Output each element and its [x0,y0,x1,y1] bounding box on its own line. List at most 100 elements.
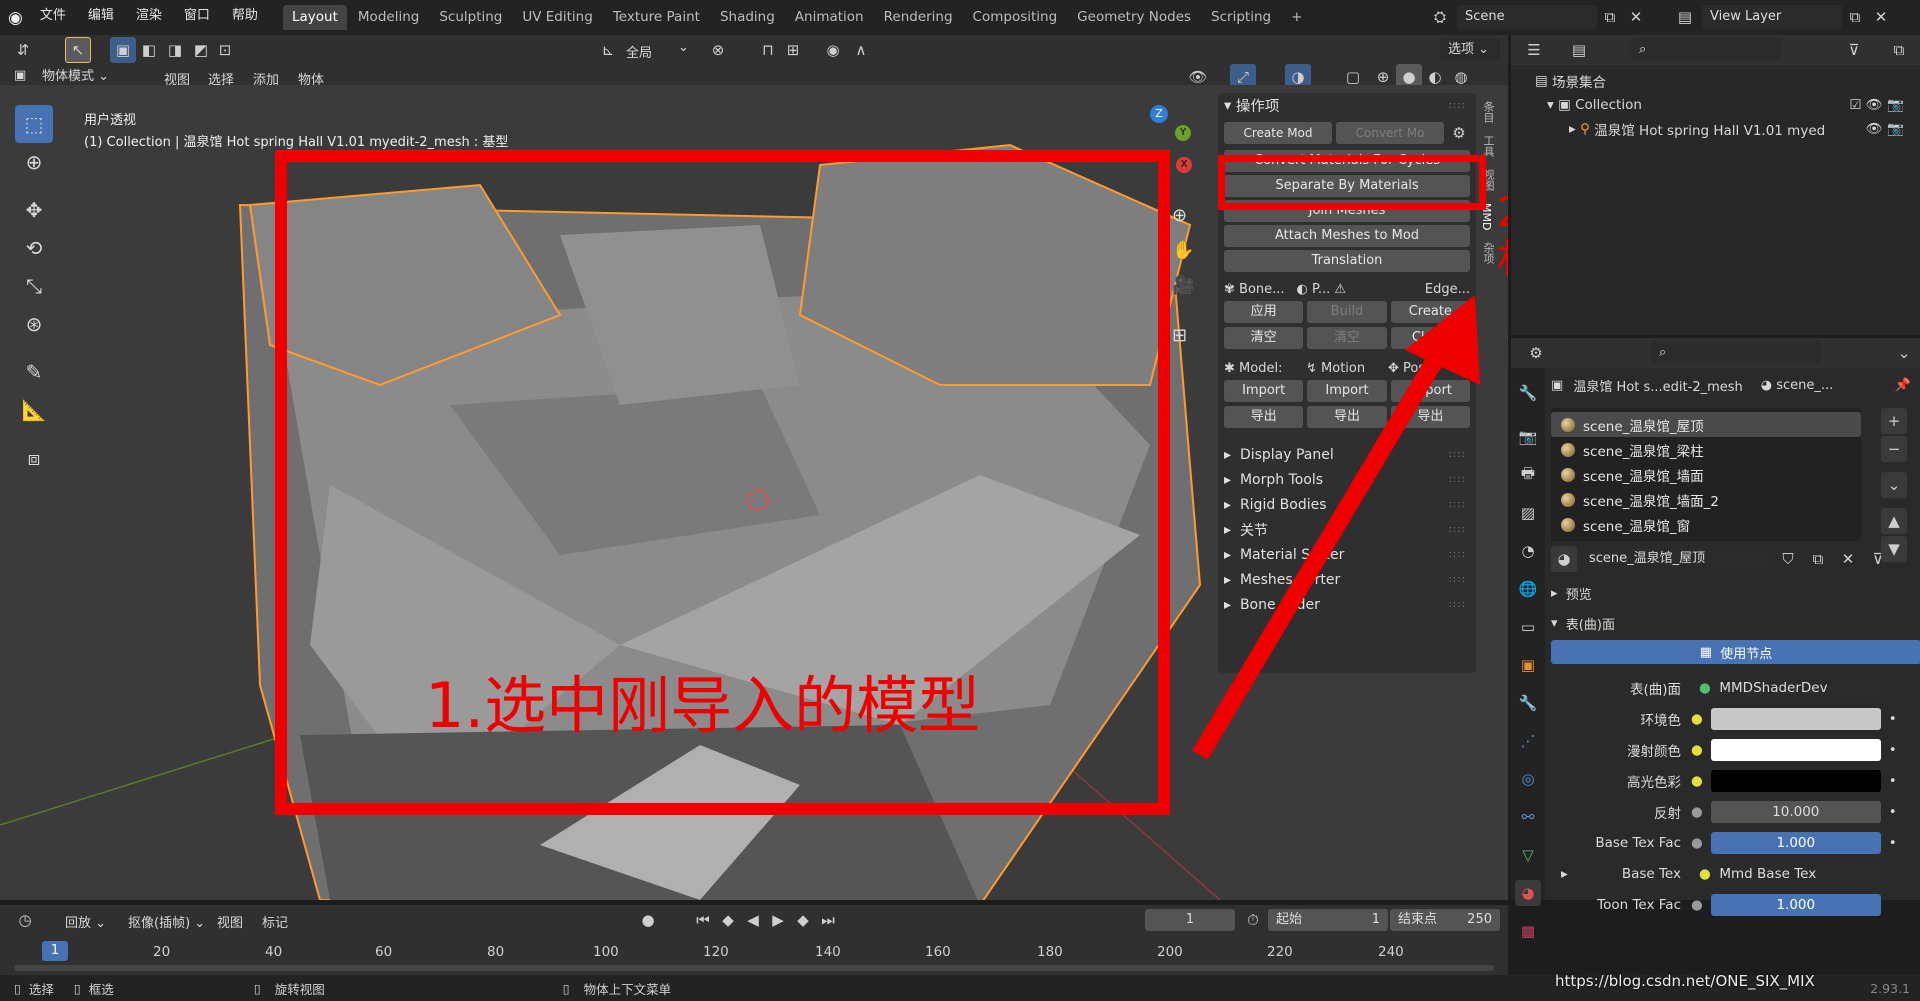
timeline-scrollbar[interactable] [14,965,1494,971]
camera-icon[interactable]: 🎥 [1172,275,1194,296]
stopwatch-icon[interactable]: ⏱ [1240,907,1266,933]
tab-modeling[interactable]: Modeling [349,5,428,30]
reflect-value-field[interactable]: 10.000 [1710,800,1881,823]
scene-tab-icon[interactable]: ◔ [1515,538,1541,564]
world-tab-icon[interactable]: 🌐 [1515,576,1541,602]
falloff-icon[interactable]: ∧ [848,37,874,63]
keyframe-dot-icon[interactable]: • [1889,773,1897,789]
chevron-down-icon[interactable]: ⌄ [1891,340,1917,366]
use-nodes-button[interactable]: ▦ 使用节点 [1551,640,1920,664]
attach-meshes-button[interactable]: Attach Meshes to Mod [1224,225,1470,247]
cursor-icon[interactable]: ⊕ [15,143,53,181]
pin-icon[interactable]: 📌 [1895,378,1911,393]
scene-collection-row[interactable]: ▤ 场景集合 [1535,69,1920,93]
collection-row[interactable]: ▾ ▣ Collection ☑ 👁 📷 [1535,93,1920,117]
prev-key-icon[interactable]: ◆ [715,907,741,933]
view-layer-tab-icon[interactable]: ▨ [1515,500,1541,526]
tab-shading[interactable]: Shading [711,5,784,30]
next-key-icon[interactable]: ◆ [790,907,816,933]
outliner-editor-icon[interactable]: ☰ [1521,37,1547,63]
create-mod-button[interactable]: Create Mod [1224,122,1332,144]
select-invert-icon[interactable]: ⊡ [212,37,238,63]
select-box-icon[interactable]: ⬚ [15,105,53,143]
proportional-edit-icon[interactable]: ◉ [820,37,846,63]
render-tab-icon[interactable]: 📷 [1515,424,1541,450]
material-slot[interactable]: scene_温泉馆_墙面_2 [1551,487,1861,512]
snap-icon[interactable]: ⊓ [755,37,781,63]
object-visibility-icons[interactable]: 👁 📷 [1866,121,1904,137]
select-extend-icon[interactable]: ◧ [136,37,162,63]
duplicate-material-icon[interactable]: ⧉ [1805,546,1831,572]
sidebar-tab-misc[interactable]: 杂项 [1480,236,1496,270]
physics-tab-icon[interactable]: ◎ [1515,766,1541,792]
menu-file[interactable]: 文件 [29,0,77,35]
data-tab-icon[interactable]: ▽ [1515,842,1541,868]
surface-section[interactable]: ▾ 表(曲)面 [1551,608,1920,638]
scale-icon[interactable]: ⤡ [15,267,53,305]
delete-view-layer-icon[interactable]: ✕ [1868,4,1894,30]
tab-animation[interactable]: Animation [786,5,873,30]
play-icon[interactable]: ▶ [765,907,791,933]
menu-help[interactable]: 帮助 [221,0,269,35]
view-layer-icon[interactable]: ▤ [1672,4,1698,30]
scene-icon[interactable]: ⛭ [1427,4,1453,30]
keying-menu[interactable]: 抠像(插帧) ⌄ [128,912,205,931]
material-tab-icon[interactable]: ◕ [1515,880,1541,906]
display-mode-icon[interactable]: ▤ [1566,37,1592,63]
playhead[interactable]: 1 [42,941,68,961]
measure-icon[interactable]: 📐 [15,391,53,429]
annotate-icon[interactable]: ✎ [15,353,53,391]
move-icon[interactable]: ✥ [15,191,53,229]
translation-button[interactable]: Translation [1224,250,1470,272]
specular-color-swatch[interactable] [1710,769,1881,792]
tab-uv-editing[interactable]: UV Editing [513,5,601,30]
base-tex-field[interactable]: ● Mmd Base Tex [1691,862,1881,885]
pivot-icon[interactable]: ⊗ [705,37,731,63]
menu-window[interactable]: 窗口 [173,0,221,35]
select-new-icon[interactable]: ▣ [110,37,136,63]
add-cube-icon[interactable]: ⧈ [15,439,53,477]
menu-render[interactable]: 渲染 [125,0,173,35]
jump-start-icon[interactable]: ⏮ [690,907,716,933]
add-workspace-icon[interactable]: + [1282,5,1311,30]
modifier-tab-icon[interactable]: 🔧 [1515,690,1541,716]
marker-menu[interactable]: 标记 [262,912,288,931]
convert-mo-button[interactable]: Convert Mo [1336,122,1444,144]
fake-user-icon[interactable]: ⛉ [1775,546,1801,572]
chevron-down-icon[interactable]: ⌄ [678,40,689,55]
tool-settings-icon[interactable]: ⇵ [10,37,36,63]
keyframe-dot-icon[interactable]: • [1889,742,1897,758]
tab-sculpting[interactable]: Sculpting [430,5,511,30]
jump-end-icon[interactable]: ⏭ [815,907,841,933]
3d-viewport[interactable]: 用户透视 (1) Collection | 温泉馆 Hot spring Hal… [0,85,1508,900]
tab-compositing[interactable]: Compositing [964,5,1067,30]
record-icon[interactable]: ● [635,907,661,933]
object-row[interactable]: ▸ ⚲ 温泉馆 Hot spring Hall V1.01 myedi 👁 📷 [1535,117,1920,141]
tab-rendering[interactable]: Rendering [875,5,962,30]
tool-tab-icon[interactable]: 🔧 [1515,380,1541,406]
material-name-label[interactable]: scene_... [1776,378,1833,393]
view-layer-field[interactable]: View Layer [1702,5,1842,29]
toon-tex-fac-slider[interactable]: 1.000 [1710,893,1881,916]
move-down-icon[interactable]: ▼ [1881,536,1907,562]
material-slot[interactable]: scene_温泉馆_窗 [1551,512,1861,537]
pan-hand-icon[interactable]: ✋ [1172,240,1194,261]
material-slot[interactable]: scene_温泉馆_屋顶 [1551,412,1861,437]
new-scene-icon[interactable]: ⧉ [1597,4,1623,30]
collection-tab-icon[interactable]: ▭ [1515,614,1541,640]
select-intersect-icon[interactable]: ◩ [188,37,214,63]
transform-icon[interactable]: ⊛ [15,305,53,343]
playback-menu[interactable]: 回放 ⌄ [65,912,106,931]
zoom-icon[interactable]: ⊕ [1172,205,1187,226]
panel-header-operators[interactable]: ▾ 操作项:::: [1218,93,1476,118]
expand-icon[interactable]: ▸ [1561,866,1575,882]
options-dropdown[interactable]: 选项 ⌄ [1440,39,1500,61]
tab-layout[interactable]: Layout [283,5,347,30]
collection-visibility-icons[interactable]: ☑ 👁 📷 [1849,97,1904,113]
properties-editor-icon[interactable]: ⚙ [1523,340,1549,366]
constraints-tab-icon[interactable]: ⚯ [1515,804,1541,830]
tab-scripting[interactable]: Scripting [1202,5,1280,30]
ambient-color-swatch[interactable] [1710,707,1881,730]
end-frame-field[interactable]: 结束点 250 [1390,909,1500,931]
transform-orientation-value[interactable]: 全局 [626,42,652,61]
